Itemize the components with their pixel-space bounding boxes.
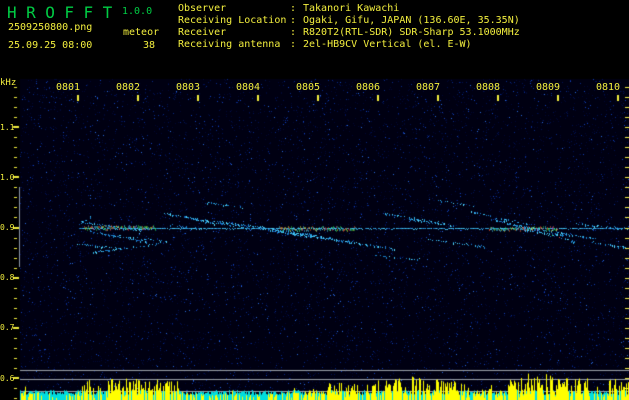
- info-value: R820T2(RTL-SDR) SDR-Sharp 53.1000MHz: [303, 27, 520, 38]
- mode-label: meteor: [123, 27, 160, 38]
- info-row-receiving-antenna: Receiving antenna:2el-HB9CV Vertical (el…: [178, 39, 520, 51]
- info-row-receiving-location: Receiving Location: Ogaki, Gifu, JAPAN (1…: [178, 15, 520, 27]
- info-sep: :: [290, 3, 297, 14]
- datetime-label: 25.09.25 08:00: [8, 40, 93, 51]
- echo-count: 38: [143, 40, 156, 51]
- output-filename: 2509250800.png: [8, 22, 93, 33]
- info-label: Receiving antenna: [178, 39, 281, 50]
- station-info-panel: Observer: Takanori Kawachi Receiving Locat…: [178, 3, 520, 51]
- info-row-observer: Observer: Takanori Kawachi: [178, 3, 520, 15]
- info-value: Takanori Kawachi: [303, 3, 400, 14]
- info-label: Receiving Location: [178, 15, 287, 26]
- info-sep: :: [290, 15, 297, 26]
- info-value: 2el-HB9CV Vertical (el. E-W): [303, 39, 472, 50]
- info-sep: :: [290, 39, 297, 50]
- header: HROFFT 1.0.0 2509250800.png meteor 25.09…: [0, 0, 629, 76]
- app-title: HROFFT: [7, 3, 122, 22]
- info-sep: :: [290, 27, 297, 38]
- app-version: 1.0.0: [122, 6, 153, 17]
- info-row-receiver: Receiver: R820T2(RTL-SDR) SDR-Sharp 53.10…: [178, 27, 520, 39]
- info-value: Ogaki, Gifu, JAPAN (136.60E, 35.35N): [303, 15, 520, 26]
- info-label: Receiver: [178, 27, 227, 38]
- info-label: Observer: [178, 3, 227, 14]
- hrofft-spectrogram-screen: kHz 0801 0802 0803 0804 0805 0806 0807 0808 0809…: [0, 0, 629, 400]
